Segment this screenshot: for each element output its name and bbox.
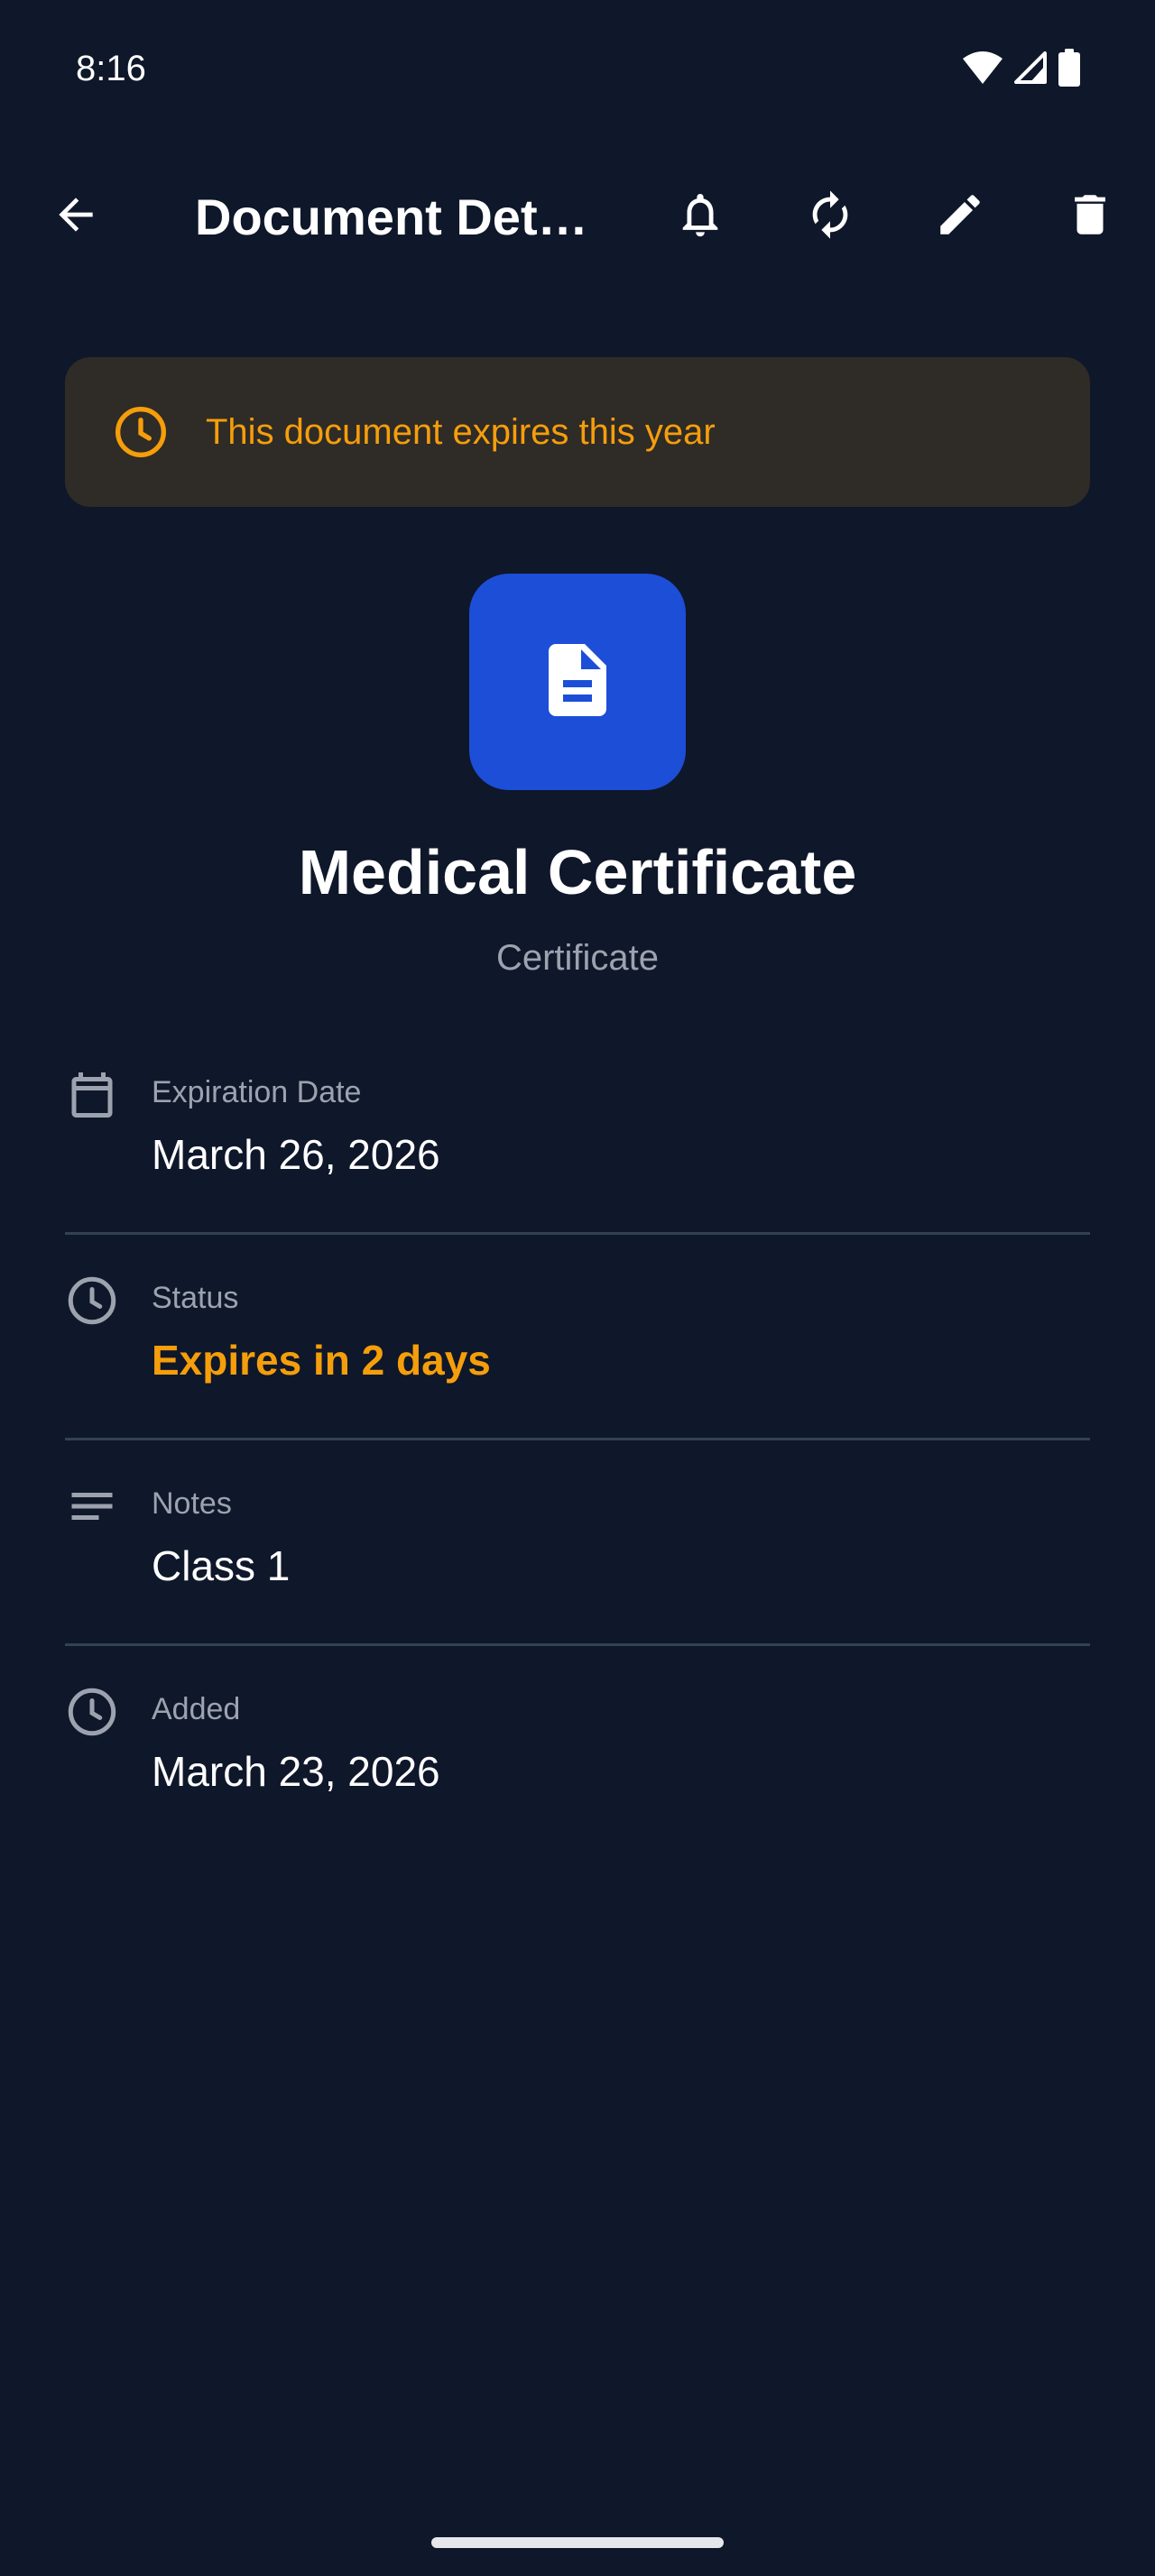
divider <box>65 1438 1090 1440</box>
page-title: Document Det… <box>195 189 588 245</box>
edit-button[interactable] <box>906 162 1014 271</box>
back-arrow-icon <box>51 189 101 244</box>
signal-icon <box>1012 50 1049 90</box>
reminder-button[interactable] <box>646 162 754 271</box>
bell-icon <box>674 189 726 245</box>
detail-label: Added <box>152 1692 241 1726</box>
detail-value: March 26, 2026 <box>152 1131 440 1178</box>
detail-value: March 23, 2026 <box>152 1748 440 1795</box>
edit-icon <box>934 189 986 245</box>
clock-icon <box>65 1274 119 1328</box>
wifi-icon <box>962 50 1003 90</box>
detail-label: Status <box>152 1281 239 1315</box>
home-indicator[interactable] <box>431 2537 724 2548</box>
detail-value-status: Expires in 2 days <box>152 1337 491 1384</box>
clock-icon <box>65 1685 119 1739</box>
detail-label: Notes <box>152 1486 232 1521</box>
detail-row-expiration-date: Expiration Date March 26, 2026 <box>65 1050 1090 1254</box>
detail-row-notes: Notes Class 1 <box>65 1461 1090 1665</box>
document-icon-tile <box>469 574 686 790</box>
renew-button[interactable] <box>776 162 884 271</box>
banner-text: This document expires this year <box>206 412 716 452</box>
delete-icon <box>1064 189 1116 245</box>
status-time: 8:16 <box>76 49 146 88</box>
status-icons <box>962 49 1081 91</box>
status-bar: 8:16 <box>0 0 1155 135</box>
divider <box>65 1643 1090 1646</box>
expiry-warning-banner: This document expires this year <box>65 357 1090 507</box>
notes-icon <box>65 1479 119 1533</box>
clock-icon <box>112 403 170 461</box>
document-category: Certificate <box>495 938 660 978</box>
divider <box>65 1232 1090 1235</box>
renew-icon <box>804 189 856 245</box>
detail-label: Expiration Date <box>152 1075 362 1109</box>
document-title: Medical Certificate <box>298 837 857 907</box>
detail-row-status: Status Expires in 2 days <box>65 1256 1090 1459</box>
back-button[interactable] <box>22 162 130 271</box>
battery-icon <box>1058 49 1081 91</box>
calendar-icon <box>65 1068 119 1122</box>
delete-button[interactable] <box>1036 162 1144 271</box>
document-icon <box>534 637 621 728</box>
detail-value: Class 1 <box>152 1542 291 1589</box>
detail-row-added: Added March 23, 2026 <box>65 1667 1090 1871</box>
